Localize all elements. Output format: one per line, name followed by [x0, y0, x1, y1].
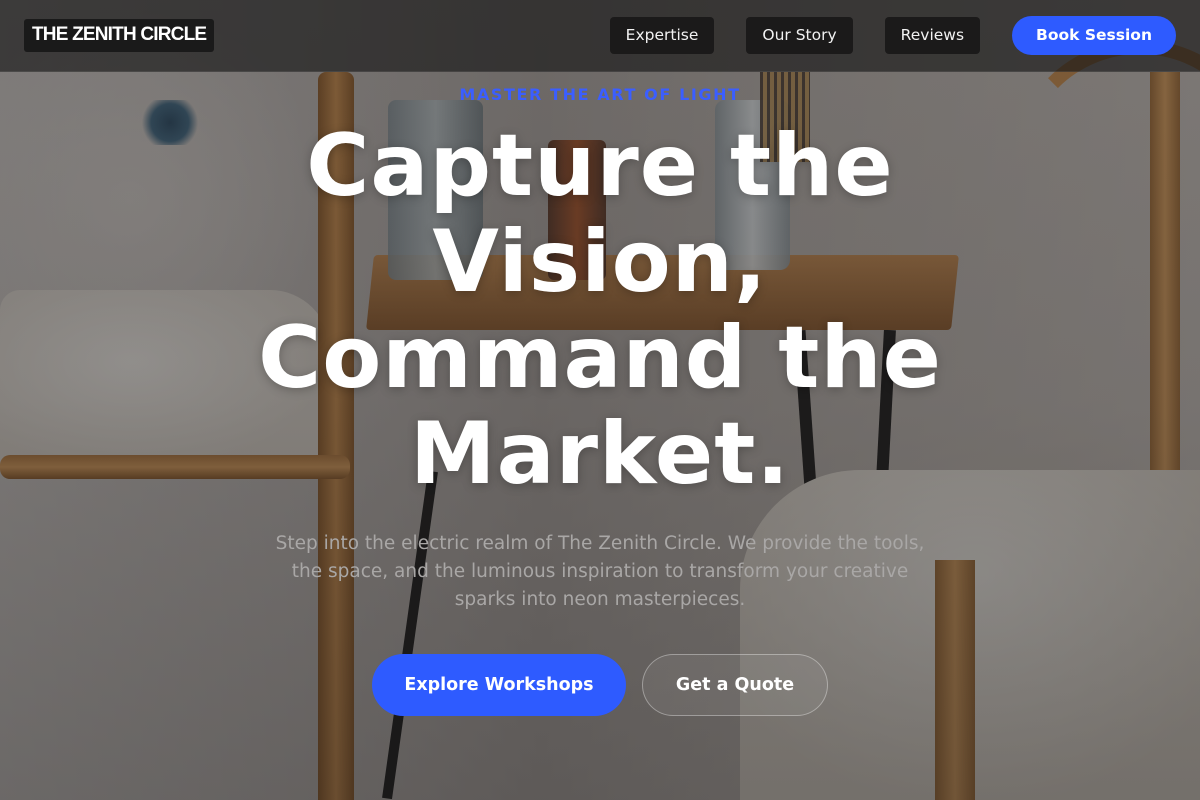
logo[interactable]: THE ZENITH CIRCLE	[24, 19, 215, 52]
hero-cta-row: Explore Workshops Get a Quote	[0, 654, 1200, 716]
hero-section: MASTER THE ART OF LIGHT Capture the Visi…	[0, 72, 1200, 716]
headline-line: Command the	[258, 308, 942, 408]
book-session-button[interactable]: Book Session	[1012, 16, 1176, 55]
hero-subheading: Step into the electric realm of The Zeni…	[275, 533, 925, 610]
headline-line: Vision,	[432, 212, 768, 312]
get-a-quote-button[interactable]: Get a Quote	[642, 654, 828, 716]
main-nav: Expertise Our Story Reviews Book Session	[578, 16, 1176, 55]
headline-line: Market.	[409, 404, 791, 504]
nav-link-our-story[interactable]: Our Story	[746, 17, 853, 54]
explore-workshops-button[interactable]: Explore Workshops	[372, 654, 626, 716]
headline-line: Capture the	[306, 116, 894, 216]
hero-eyebrow: MASTER THE ART OF LIGHT	[459, 85, 741, 104]
nav-link-reviews[interactable]: Reviews	[884, 17, 981, 54]
hero-headline: Capture the Vision, Command the Market.	[150, 118, 1050, 502]
nav-link-expertise[interactable]: Expertise	[609, 17, 715, 54]
site-header: THE ZENITH CIRCLE Expertise Our Story Re…	[0, 0, 1200, 72]
